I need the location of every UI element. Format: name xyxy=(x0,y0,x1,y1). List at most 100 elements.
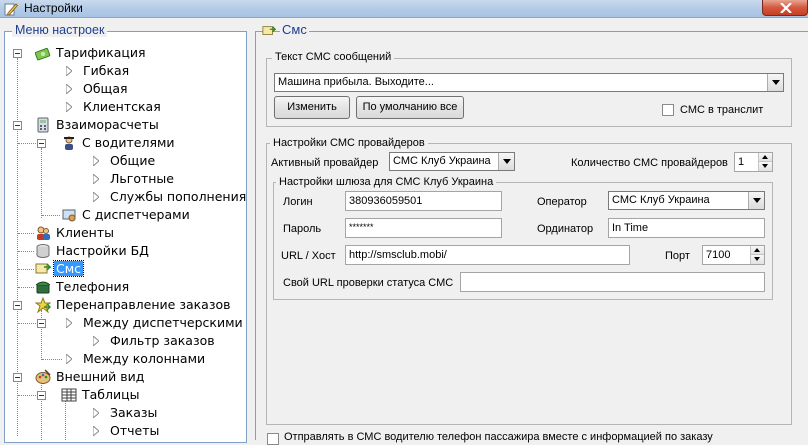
collapse-icon[interactable] xyxy=(37,391,46,400)
tree-item-label: Общая xyxy=(83,81,128,96)
panel-title: Смс xyxy=(280,22,309,37)
tree-item-label: Льготные xyxy=(110,171,174,186)
spin-down-icon[interactable] xyxy=(759,162,772,171)
tree-item-client[interactable]: Клиентская xyxy=(0,98,247,116)
close-button[interactable] xyxy=(762,0,808,16)
tree-item-general[interactable]: Общая xyxy=(0,80,247,98)
tree-leaf-icon xyxy=(93,408,99,418)
tree-item-label: Службы пополнения xyxy=(110,189,247,204)
tree-item-label: Отчеты xyxy=(110,423,160,438)
tree-item-orders[interactable]: Заказы xyxy=(0,404,247,422)
money-icon xyxy=(35,47,51,61)
tree-leaf-icon xyxy=(66,66,72,76)
tree-item-label: Клиентская xyxy=(83,99,161,114)
tree-item-privileged[interactable]: Льготные xyxy=(0,170,247,188)
tree-item-settlements[interactable]: Взаиморасчеты xyxy=(0,116,247,134)
tree-item-label: С водителями xyxy=(82,135,175,150)
tree-leaf-icon xyxy=(93,156,99,166)
palette-icon xyxy=(35,369,51,384)
providers-legend: Настройки СМС провайдеров xyxy=(270,137,428,149)
window-title: Настройки xyxy=(24,1,83,15)
tree-item-label: Клиенты xyxy=(56,225,115,240)
originator-field[interactable]: In Time xyxy=(608,218,765,238)
operator-select[interactable]: СМС Клуб Украина xyxy=(608,191,765,210)
send-phone-checkbox[interactable] xyxy=(267,433,279,445)
active-provider-select[interactable]: СМС Клуб Украина xyxy=(389,152,515,171)
collapse-icon[interactable] xyxy=(37,139,46,148)
tree-leaf-icon xyxy=(93,192,99,202)
tree-leaf-icon xyxy=(93,426,99,436)
provider-count-stepper[interactable]: 1 xyxy=(734,152,773,172)
tree-item-tables[interactable]: Таблицы xyxy=(0,386,247,404)
sms-message-select[interactable]: Машина прибыла. Выходите... xyxy=(274,73,784,92)
provider-count-label: Количество СМС провайдеров xyxy=(571,157,728,169)
translit-checkbox[interactable] xyxy=(662,104,674,116)
chevron-down-icon[interactable] xyxy=(767,74,783,91)
password-field[interactable]: ******* xyxy=(345,218,502,238)
close-icon xyxy=(780,3,792,13)
settings-pencil-icon xyxy=(4,3,18,16)
tree-item-db-settings[interactable]: Настройки БД xyxy=(0,242,247,260)
calculator-icon xyxy=(37,117,49,133)
tree-item-label: Между колоннами xyxy=(83,351,206,366)
tree-item-clients[interactable]: Клиенты xyxy=(0,224,247,242)
clients-icon xyxy=(37,226,50,240)
tree-item-label: Гибкая xyxy=(83,63,130,78)
status-url-field[interactable] xyxy=(460,272,765,292)
tree-item-general-drivers[interactable]: Общие xyxy=(0,152,247,170)
tree-item-order-redirect[interactable]: Перенаправление заказов xyxy=(0,296,247,314)
tree-item-tarification[interactable]: Тарификация xyxy=(0,44,247,62)
tree-item-appearance[interactable]: Внешний вид xyxy=(0,368,247,386)
port-label: Порт xyxy=(665,250,690,262)
send-phone-label: Отправлять в СМС водителю телефон пассаж… xyxy=(284,431,713,443)
chevron-down-icon[interactable] xyxy=(498,153,514,170)
tree-item-reports[interactable]: Отчеты xyxy=(0,422,247,440)
collapse-icon[interactable] xyxy=(13,301,22,310)
tree-leaf-icon xyxy=(66,354,72,364)
phone-icon xyxy=(35,281,51,294)
tree-legend: Меню настроек xyxy=(12,23,108,37)
redirect-icon xyxy=(35,297,51,313)
title-bar: Настройки xyxy=(0,0,808,18)
sms-icon xyxy=(35,263,51,274)
default-all-button[interactable]: По умолчанию все xyxy=(356,96,464,119)
spin-up-icon[interactable] xyxy=(751,246,764,255)
url-field[interactable]: http://smsclub.mobi/ xyxy=(345,245,630,265)
tree-item-with-drivers[interactable]: С водителями xyxy=(0,134,247,152)
tree-item-order-filter[interactable]: Фильтр заказов xyxy=(0,332,247,350)
edit-button[interactable]: Изменить xyxy=(274,96,350,119)
tree-item-label: Между диспетчерскими xyxy=(83,315,243,330)
collapse-icon[interactable] xyxy=(13,121,22,130)
url-label: URL / Хост xyxy=(281,250,336,262)
spin-up-icon[interactable] xyxy=(759,153,772,162)
collapse-icon[interactable] xyxy=(13,49,22,58)
login-field[interactable]: 380936059501 xyxy=(345,191,502,211)
tree-leaf-icon xyxy=(66,318,72,328)
tree-item-label: Смс xyxy=(52,260,85,277)
table-icon xyxy=(61,388,77,402)
tree-item-flexible[interactable]: Гибкая xyxy=(0,62,247,80)
status-url-label: Свой URL проверки статуса СМС xyxy=(283,277,454,289)
tree-item-label: Перенаправление заказов xyxy=(56,297,231,312)
collapse-icon[interactable] xyxy=(13,373,22,382)
tree-item-between-dispatch[interactable]: Между диспетчерскими xyxy=(0,314,247,332)
sms-icon xyxy=(262,26,276,35)
tree-item-with-dispatchers[interactable]: С диспетчерами xyxy=(0,206,247,224)
collapse-icon[interactable] xyxy=(37,319,46,328)
tree-item-label: Таблицы xyxy=(82,387,140,402)
chevron-down-icon[interactable] xyxy=(748,192,764,209)
tree-item-topup-services[interactable]: Службы пополнения xyxy=(0,188,247,206)
operator-label: Оператор xyxy=(537,196,587,208)
tree-leaf-icon xyxy=(66,84,72,94)
originator-label: Ординатор xyxy=(537,223,594,235)
tree-item-sms[interactable]: Смс xyxy=(0,260,247,278)
tree-item-telephony[interactable]: Телефония xyxy=(0,278,247,296)
spin-down-icon[interactable] xyxy=(751,255,764,264)
active-provider-label: Активный провайдер xyxy=(271,157,379,169)
port-stepper[interactable]: 7100 xyxy=(702,245,765,265)
tree-item-between-columns[interactable]: Между колоннами xyxy=(0,350,247,368)
tree-leaf-icon xyxy=(66,102,72,112)
sms-text-legend: Текст СМС сообщений xyxy=(272,51,395,63)
tree-leaf-icon xyxy=(93,174,99,184)
password-label: Пароль xyxy=(283,223,322,235)
